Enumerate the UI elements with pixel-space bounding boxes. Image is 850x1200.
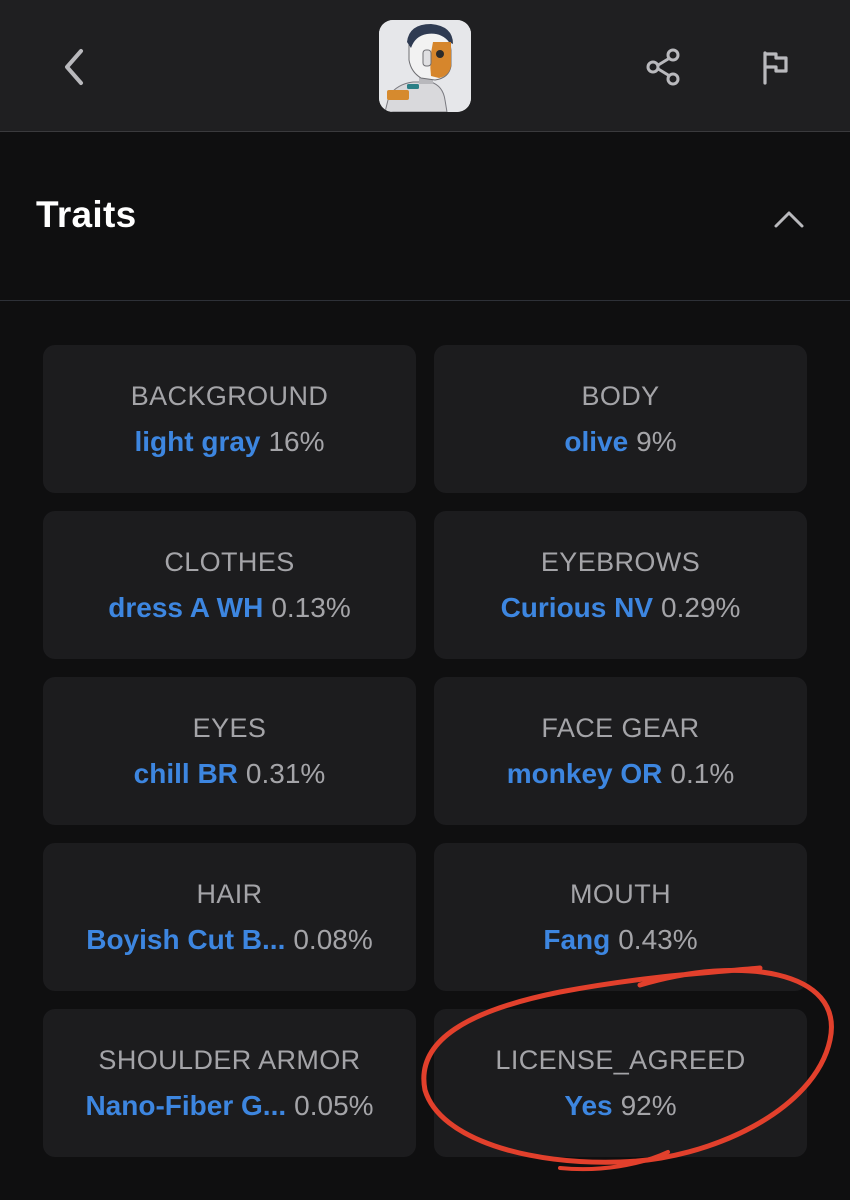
- chevron-left-icon: [65, 49, 83, 85]
- trait-value[interactable]: Fang: [543, 924, 610, 955]
- trait-percent: 9%: [636, 425, 677, 457]
- trait-value-row: Yes 92%: [564, 1090, 676, 1122]
- trait-value-row: chill BR 0.31%: [134, 758, 326, 790]
- trait-card-face-gear[interactable]: FACE GEAR monkey OR 0.1%: [434, 677, 807, 825]
- nft-avatar[interactable]: [379, 20, 471, 112]
- trait-label: BODY: [581, 380, 660, 411]
- nft-avatar-image: [379, 20, 471, 112]
- trait-label: HAIR: [196, 878, 263, 909]
- trait-percent: 0.08%: [293, 923, 373, 955]
- trait-percent: 0.43%: [618, 923, 698, 955]
- traits-section-header[interactable]: Traits: [0, 132, 850, 301]
- trait-percent: 0.13%: [271, 591, 351, 623]
- trait-value-row: dress A WH 0.13%: [108, 592, 350, 624]
- trait-value-row: Fang 0.43%: [543, 924, 697, 956]
- trait-label: MOUTH: [570, 878, 671, 909]
- trait-value[interactable]: chill BR: [134, 758, 238, 789]
- trait-card-eyes[interactable]: EYES chill BR 0.31%: [43, 677, 416, 825]
- trait-value-row: olive 9%: [564, 426, 676, 458]
- trait-card-body[interactable]: BODY olive 9%: [434, 345, 807, 493]
- trait-value[interactable]: light gray: [134, 426, 260, 457]
- trait-card-background[interactable]: BACKGROUND light gray 16%: [43, 345, 416, 493]
- trait-value[interactable]: monkey OR: [507, 758, 663, 789]
- collapse-button[interactable]: [766, 196, 812, 242]
- trait-percent: 0.05%: [294, 1089, 374, 1121]
- trait-percent: 0.1%: [670, 757, 735, 789]
- trait-card-shoulder-armor[interactable]: SHOULDER ARMOR Nano-Fiber G... 0.05%: [43, 1009, 416, 1157]
- trait-value[interactable]: Yes: [564, 1090, 612, 1121]
- trait-label: EYEBROWS: [540, 546, 701, 577]
- trait-card-hair[interactable]: HAIR Boyish Cut B... 0.08%: [43, 843, 416, 991]
- trait-label: EYES: [192, 712, 267, 743]
- report-button[interactable]: [750, 42, 800, 92]
- trait-value-row: monkey OR 0.1%: [507, 758, 734, 790]
- trait-value-row: Boyish Cut B... 0.08%: [86, 924, 373, 956]
- top-bar: [0, 0, 850, 132]
- share-icon: [646, 48, 680, 86]
- share-button[interactable]: [638, 42, 688, 92]
- trait-value-row: Nano-Fiber G... 0.05%: [85, 1090, 373, 1122]
- trait-card-license-agreed[interactable]: LICENSE_AGREED Yes 92%: [434, 1009, 807, 1157]
- trait-card-mouth[interactable]: MOUTH Fang 0.43%: [434, 843, 807, 991]
- trait-percent: 92%: [620, 1089, 677, 1121]
- trait-label: SHOULDER ARMOR: [98, 1044, 361, 1075]
- trait-value[interactable]: Curious NV: [501, 592, 653, 623]
- trait-card-clothes[interactable]: CLOTHES dress A WH 0.13%: [43, 511, 416, 659]
- trait-value-row: light gray 16%: [134, 426, 324, 458]
- trait-percent: 16%: [268, 425, 325, 457]
- traits-grid: BACKGROUND light gray 16% BODY olive 9% CL…: [43, 345, 807, 1157]
- trait-label: CLOTHES: [164, 546, 295, 577]
- trait-value[interactable]: Nano-Fiber G...: [85, 1090, 286, 1121]
- trait-value[interactable]: Boyish Cut B...: [86, 924, 285, 955]
- trait-percent: 0.29%: [661, 591, 741, 623]
- back-button[interactable]: [52, 40, 96, 94]
- trait-percent: 0.31%: [245, 757, 326, 789]
- chevron-up-icon: [774, 211, 804, 228]
- trait-card-eyebrows[interactable]: EYEBROWS Curious NV 0.29%: [434, 511, 807, 659]
- trait-value-row: Curious NV 0.29%: [501, 592, 741, 624]
- trait-label: FACE GEAR: [541, 712, 700, 743]
- trait-label: BACKGROUND: [130, 380, 329, 411]
- trait-value[interactable]: olive: [564, 426, 628, 457]
- trait-value[interactable]: dress A WH: [108, 592, 263, 623]
- flag-icon: [763, 51, 788, 85]
- traits-title: Traits: [36, 194, 137, 235]
- trait-label: LICENSE_AGREED: [495, 1044, 746, 1075]
